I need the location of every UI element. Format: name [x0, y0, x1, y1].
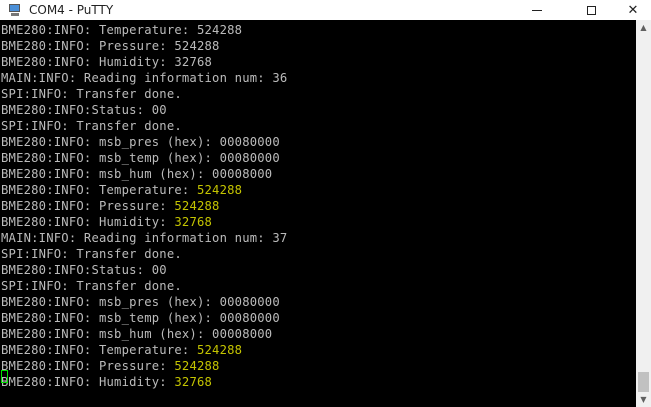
terminal-line-value: 524288	[174, 199, 220, 213]
terminal-line-text: BME280:INFO: Pressure:	[1, 199, 175, 213]
terminal-line-text: BME280:INFO: msb_temp (hex): 00080000	[1, 151, 280, 165]
terminal-line: BME280:INFO: Pressure: 524288	[1, 38, 220, 54]
close-button[interactable]: ✕	[610, 0, 651, 20]
terminal-line: SPI:INFO: Transfer done.	[1, 86, 182, 102]
terminal-line-text: SPI:INFO: Transfer done.	[1, 247, 182, 261]
terminal-line: MAIN:INFO: Reading information num: 36	[1, 70, 287, 86]
terminal-line-text: BME280:INFO: msb_hum (hex): 00008000	[1, 327, 273, 341]
terminal-line-text: BME280:INFO:Status: 00	[1, 263, 167, 277]
terminal-line-text: BME280:INFO: Humidity:	[1, 375, 175, 389]
maximize-icon	[586, 5, 596, 15]
terminal-line-text: BME280:INFO: Pressure:	[1, 359, 175, 373]
terminal-line: BME280:INFO: Pressure: 524288	[1, 198, 220, 214]
terminal-line-value: 524288	[196, 343, 243, 357]
terminal-line-value: 32768	[174, 55, 213, 69]
scrollbar-thumb[interactable]	[638, 372, 649, 392]
terminal-line: BME280:INFO: Humidity: 32768	[1, 54, 212, 70]
terminal-line: BME280:INFO: msb_hum (hex): 00008000	[1, 326, 272, 342]
terminal-line-text: BME280:INFO: msb_pres (hex): 00080000	[1, 135, 280, 149]
terminal-line: BME280:INFO: msb_temp (hex): 00080000	[1, 150, 280, 166]
terminal-line: BME280:INFO: msb_pres (hex): 00080000	[1, 134, 280, 150]
terminal-line-text: MAIN:INFO: Reading information num: 36	[1, 71, 288, 85]
terminal-line-text: BME280:INFO: Humidity:	[1, 215, 175, 229]
terminal-line-value: 32768	[174, 375, 213, 389]
scroll-up-arrow-icon[interactable]: ▲	[636, 20, 651, 35]
vertical-scrollbar[interactable]: ▲ ▼	[636, 20, 651, 407]
terminal-line-value: 524288	[174, 39, 220, 53]
minimize-button[interactable]	[514, 0, 560, 20]
terminal-cursor	[1, 370, 8, 383]
terminal-line: BME280:INFO: msb_temp (hex): 00080000	[1, 310, 280, 326]
terminal-line: SPI:INFO: Transfer done.	[1, 246, 182, 262]
terminal-line: BME280:INFO: Temperature: 524288	[1, 22, 242, 38]
terminal-line-text: BME280:INFO: Humidity:	[1, 55, 175, 69]
terminal-line-text: SPI:INFO: Transfer done.	[1, 119, 182, 133]
terminal-line-text: BME280:INFO: Temperature:	[1, 183, 197, 197]
terminal-line: BME280:INFO: Humidity: 32768	[1, 374, 212, 390]
monitor-shape	[9, 3, 20, 12]
terminal-line: SPI:INFO: Transfer done.	[1, 278, 182, 294]
terminal-line-value: 524288	[196, 183, 243, 197]
terminal-line-text: SPI:INFO: Transfer done.	[1, 279, 182, 293]
putty-app-icon[interactable]	[7, 3, 23, 17]
terminal-line: BME280:INFO: msb_hum (hex): 00008000	[1, 166, 272, 182]
terminal-line-value: 524288	[196, 23, 243, 37]
terminal-line-text: BME280:INFO: msb_pres (hex): 00080000	[1, 295, 280, 309]
terminal-line: MAIN:INFO: Reading information num: 37	[1, 230, 287, 246]
terminal-line: SPI:INFO: Transfer done.	[1, 118, 182, 134]
title-bar[interactable]: COM4 - PuTTY ✕	[0, 0, 651, 20]
minimize-icon	[532, 9, 542, 11]
terminal-line-value: 524288	[174, 359, 220, 373]
maximize-button[interactable]	[568, 0, 614, 20]
terminal-output[interactable]: BME280:INFO: Temperature: 524288 BME280:I…	[0, 20, 636, 407]
terminal-line-text: SPI:INFO: Transfer done.	[1, 87, 182, 101]
terminal-line-text: BME280:INFO: msb_temp (hex): 00080000	[1, 311, 280, 325]
window-title: COM4 - PuTTY	[29, 3, 114, 17]
scroll-down-arrow-icon[interactable]: ▼	[636, 392, 651, 407]
terminal-line: BME280:INFO: Temperature: 524288	[1, 342, 242, 358]
terminal-line-text: MAIN:INFO: Reading information num: 37	[1, 231, 288, 245]
monitor-base-shape	[11, 12, 19, 16]
close-icon: ✕	[627, 2, 639, 18]
terminal-line-text: BME280:INFO: msb_hum (hex): 00008000	[1, 167, 273, 181]
terminal-line: BME280:INFO:Status: 00	[1, 262, 167, 278]
terminal-line: BME280:INFO: Pressure: 524288	[1, 358, 220, 374]
terminal-line: BME280:INFO: Temperature: 524288	[1, 182, 242, 198]
terminal-line: BME280:INFO: msb_pres (hex): 00080000	[1, 294, 280, 310]
terminal-line-value: 32768	[174, 215, 213, 229]
terminal-line-text: BME280:INFO:Status: 00	[1, 103, 167, 117]
terminal-line-text: BME280:INFO: Pressure:	[1, 39, 175, 53]
terminal-line-text: BME280:INFO: Temperature:	[1, 23, 197, 37]
terminal-line: BME280:INFO: Humidity: 32768	[1, 214, 212, 230]
terminal-line: BME280:INFO:Status: 00	[1, 102, 167, 118]
terminal-line-text: BME280:INFO: Temperature:	[1, 343, 197, 357]
